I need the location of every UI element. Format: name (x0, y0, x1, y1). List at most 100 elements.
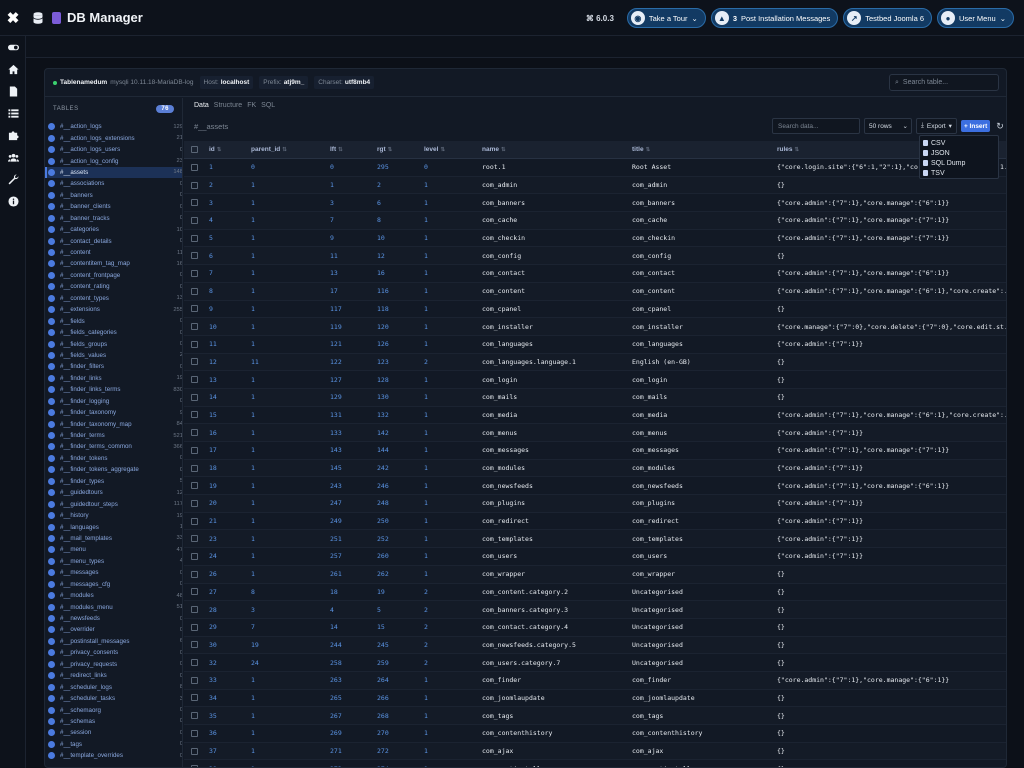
take-tour-button[interactable]: ◉ Take a Tour ⌄ (626, 8, 706, 28)
sidebar-table-item[interactable]: #__session 0 (45, 727, 182, 738)
row-checkbox[interactable] (191, 216, 198, 224)
joomla-logo-icon[interactable]: ✖ (0, 0, 26, 36)
sidebar-table-item[interactable]: #__extensions 255 (45, 304, 182, 315)
table-row[interactable]: 1 0 0 295 0 root.1 Root Asset {"core.login.site… (184, 159, 1006, 177)
sidebar-table-item[interactable]: #__finder_terms 521 (45, 430, 182, 441)
table-row[interactable]: 17 1 143 144 1 com_messages com_messages {"core… (184, 442, 1006, 460)
table-row[interactable]: 34 1 265 266 1 com_joomlaupdate com_joomlaupda… (184, 690, 1006, 708)
row-checkbox[interactable] (191, 482, 198, 490)
sidebar-table-item[interactable]: #__contact_details 0 (45, 235, 182, 246)
row-checkbox[interactable] (191, 499, 198, 507)
sidebar-table-item[interactable]: #__fields_groups 0 (45, 338, 182, 349)
table-row[interactable]: 30 19 244 245 2 com_newsfeeds.category.5 Uncat… (184, 636, 1006, 655)
sidebar-table-item[interactable]: #__fields 0 (45, 315, 182, 326)
sidebar-table-item[interactable]: #__postinstall_messages 6 (45, 636, 182, 647)
column-header[interactable]: id ⇅ (204, 146, 246, 153)
table-row[interactable]: 7 1 13 16 1 com_contact com_contact {"core.admi… (184, 265, 1006, 283)
row-checkbox[interactable] (191, 340, 198, 348)
help-info-icon[interactable] (0, 190, 26, 212)
row-checkbox[interactable] (191, 659, 198, 667)
row-checkbox[interactable] (191, 376, 198, 384)
content-file-icon[interactable] (0, 80, 26, 102)
sidebar-table-item[interactable]: #__modules 48 (45, 590, 182, 601)
row-checkbox[interactable] (191, 323, 198, 331)
export-menu-item[interactable]: SQL Dump (920, 158, 998, 168)
table-row[interactable]: 35 1 267 268 1 com_tags com_tags {} (184, 707, 1006, 725)
row-checkbox[interactable] (191, 393, 198, 401)
row-checkbox[interactable] (191, 163, 198, 171)
table-row[interactable]: 37 1 271 272 1 com_ajax com_ajax {} (184, 742, 1006, 761)
table-row[interactable]: 14 1 129 130 1 com_mails com_mails {} (184, 388, 1006, 407)
sidebar-table-item[interactable]: #__action_logs_users 0 (45, 144, 182, 155)
sidebar-table-item[interactable]: #__finder_tokens_aggregate 0 (45, 464, 182, 475)
sidebar-table-item[interactable]: #__guidedtour_steps 117 (45, 498, 182, 509)
row-checkbox[interactable] (191, 269, 198, 277)
row-checkbox[interactable] (191, 712, 198, 720)
row-checkbox[interactable] (191, 552, 198, 560)
tab-fk[interactable]: FK (247, 102, 256, 109)
sidebar-table-item[interactable]: #__finder_types 5 (45, 476, 182, 487)
table-row[interactable]: 6 1 11 12 1 com_config com_config{} (184, 247, 1006, 266)
sidebar-table-item[interactable]: #__guidedtours 12 (45, 487, 182, 498)
sidebar-table-item[interactable]: #__finder_taxonomy_map 84 (45, 418, 182, 429)
column-header[interactable]: level ⇅ (419, 146, 477, 153)
row-checkbox[interactable] (191, 305, 198, 313)
table-row[interactable]: 19 1 243 246 1 com_newsfeeds com_newsfeeds {"co… (184, 477, 1006, 496)
sidebar-table-item[interactable]: #__schemas 0 (45, 716, 182, 727)
export-menu-item[interactable]: TSV (920, 168, 998, 178)
table-row[interactable]: 32 24 258 259 2 com_users.category.7 Uncategor… (184, 654, 1006, 672)
table-row[interactable]: 20 1 247 248 1 com_plugins com_plugins {"core.a… (184, 495, 1006, 513)
table-row[interactable]: 11 1 121 126 1 com_languages com_languages {"co… (184, 336, 1006, 354)
sidebar-table-item[interactable]: #__banner_tracks 0 (45, 213, 182, 224)
sidebar-table-item[interactable]: #__scheduler_tasks 3 (45, 693, 182, 704)
users-icon[interactable] (0, 146, 26, 168)
sidebar-table-item[interactable]: #__languages 1 (45, 521, 182, 532)
table-row[interactable]: 5 1 9 10 1 com_checkin com_checkin {"core.admin… (184, 230, 1006, 248)
sidebar-table-item[interactable]: #__content_types 13 (45, 293, 182, 304)
select-all-checkbox[interactable] (191, 146, 198, 153)
table-row[interactable]: 2 1 1 2 1 com_admin com_admin {} (184, 176, 1006, 195)
column-header[interactable]: lft ⇅ (325, 146, 372, 153)
sidebar-table-item[interactable]: #__scheduler_logs 8 (45, 681, 182, 692)
row-checkbox[interactable] (191, 623, 198, 631)
post-install-messages-button[interactable]: ▲ 3 Post Installation Messages (710, 8, 839, 28)
search-tables-input[interactable]: ⌕ Search table... (889, 74, 999, 91)
home-icon[interactable] (0, 58, 26, 80)
search-data-input[interactable]: Search data... (772, 118, 860, 134)
table-row[interactable]: 26 1 261 262 1 com_wrapper com_wrapper{} (184, 565, 1006, 584)
toggle-menu-icon[interactable] (0, 36, 26, 58)
sidebar-table-item[interactable]: #__contentitem_tag_map 16 (45, 258, 182, 269)
sidebar-table-item[interactable]: #__privacy_consents 0 (45, 647, 182, 658)
table-row[interactable]: 12 11 122 123 2 com_languages.language.1 Engli… (184, 353, 1006, 372)
row-checkbox[interactable] (191, 287, 198, 295)
table-row[interactable]: 4 1 7 8 1 com_cache com_cache {"core.admin":{"7… (184, 212, 1006, 230)
refresh-icon[interactable]: ↻ (996, 121, 1004, 132)
sidebar-table-item[interactable]: #__modules_menu 51 (45, 601, 182, 612)
sidebar-table-item[interactable]: #__redirect_links 0 (45, 670, 182, 681)
sidebar-table-item[interactable]: #__template_overrides 0 (45, 750, 182, 761)
sidebar-table-item[interactable]: #__finder_links 19 (45, 373, 182, 384)
sidebar-table-item[interactable]: #__finder_links_terms 830 (45, 384, 182, 395)
row-checkbox[interactable] (191, 570, 198, 578)
sidebar-table-item[interactable]: #__schemaorg 0 (45, 704, 182, 715)
table-row[interactable]: 18 1 145 242 1 com_modules com_modules {"core.a… (184, 459, 1006, 478)
sidebar-table-item[interactable]: #__banners 0 (45, 190, 182, 201)
table-row[interactable]: 28 3 4 5 2 com_banners.category.3 Uncategorise… (184, 601, 1006, 619)
user-menu-button[interactable]: ● User Menu ⌄ (937, 8, 1014, 28)
row-checkbox[interactable] (191, 358, 198, 366)
site-link-button[interactable]: ↗ Testbed Joomla 6 (843, 8, 933, 28)
sidebar-table-item[interactable]: #__fields_values 2 (45, 350, 182, 361)
table-row[interactable]: 21 1 249 250 1 com_redirect com_redirect {"core… (184, 513, 1006, 531)
table-row[interactable]: 8 1 17 116 1 com_content com_content {"core.adm… (184, 282, 1006, 301)
sidebar-table-item[interactable]: #__finder_taxonomy 9 (45, 407, 182, 418)
row-checkbox[interactable] (191, 199, 198, 207)
table-row[interactable]: 16 1 133 142 1 com_menus com_menus {"core.admin… (184, 424, 1006, 442)
sidebar-table-item[interactable]: #__categories 10 (45, 224, 182, 235)
rows-per-page-select[interactable]: 50 rows ⌄ (864, 118, 912, 134)
row-checkbox[interactable] (191, 446, 198, 454)
row-checkbox[interactable] (191, 729, 198, 737)
row-checkbox[interactable] (191, 606, 198, 614)
tab-data[interactable]: Data (194, 102, 209, 109)
sidebar-table-item[interactable]: #__finder_filters 0 (45, 361, 182, 372)
table-row[interactable]: 3 1 3 6 1 com_banners com_banners {"core.admin"… (184, 194, 1006, 213)
